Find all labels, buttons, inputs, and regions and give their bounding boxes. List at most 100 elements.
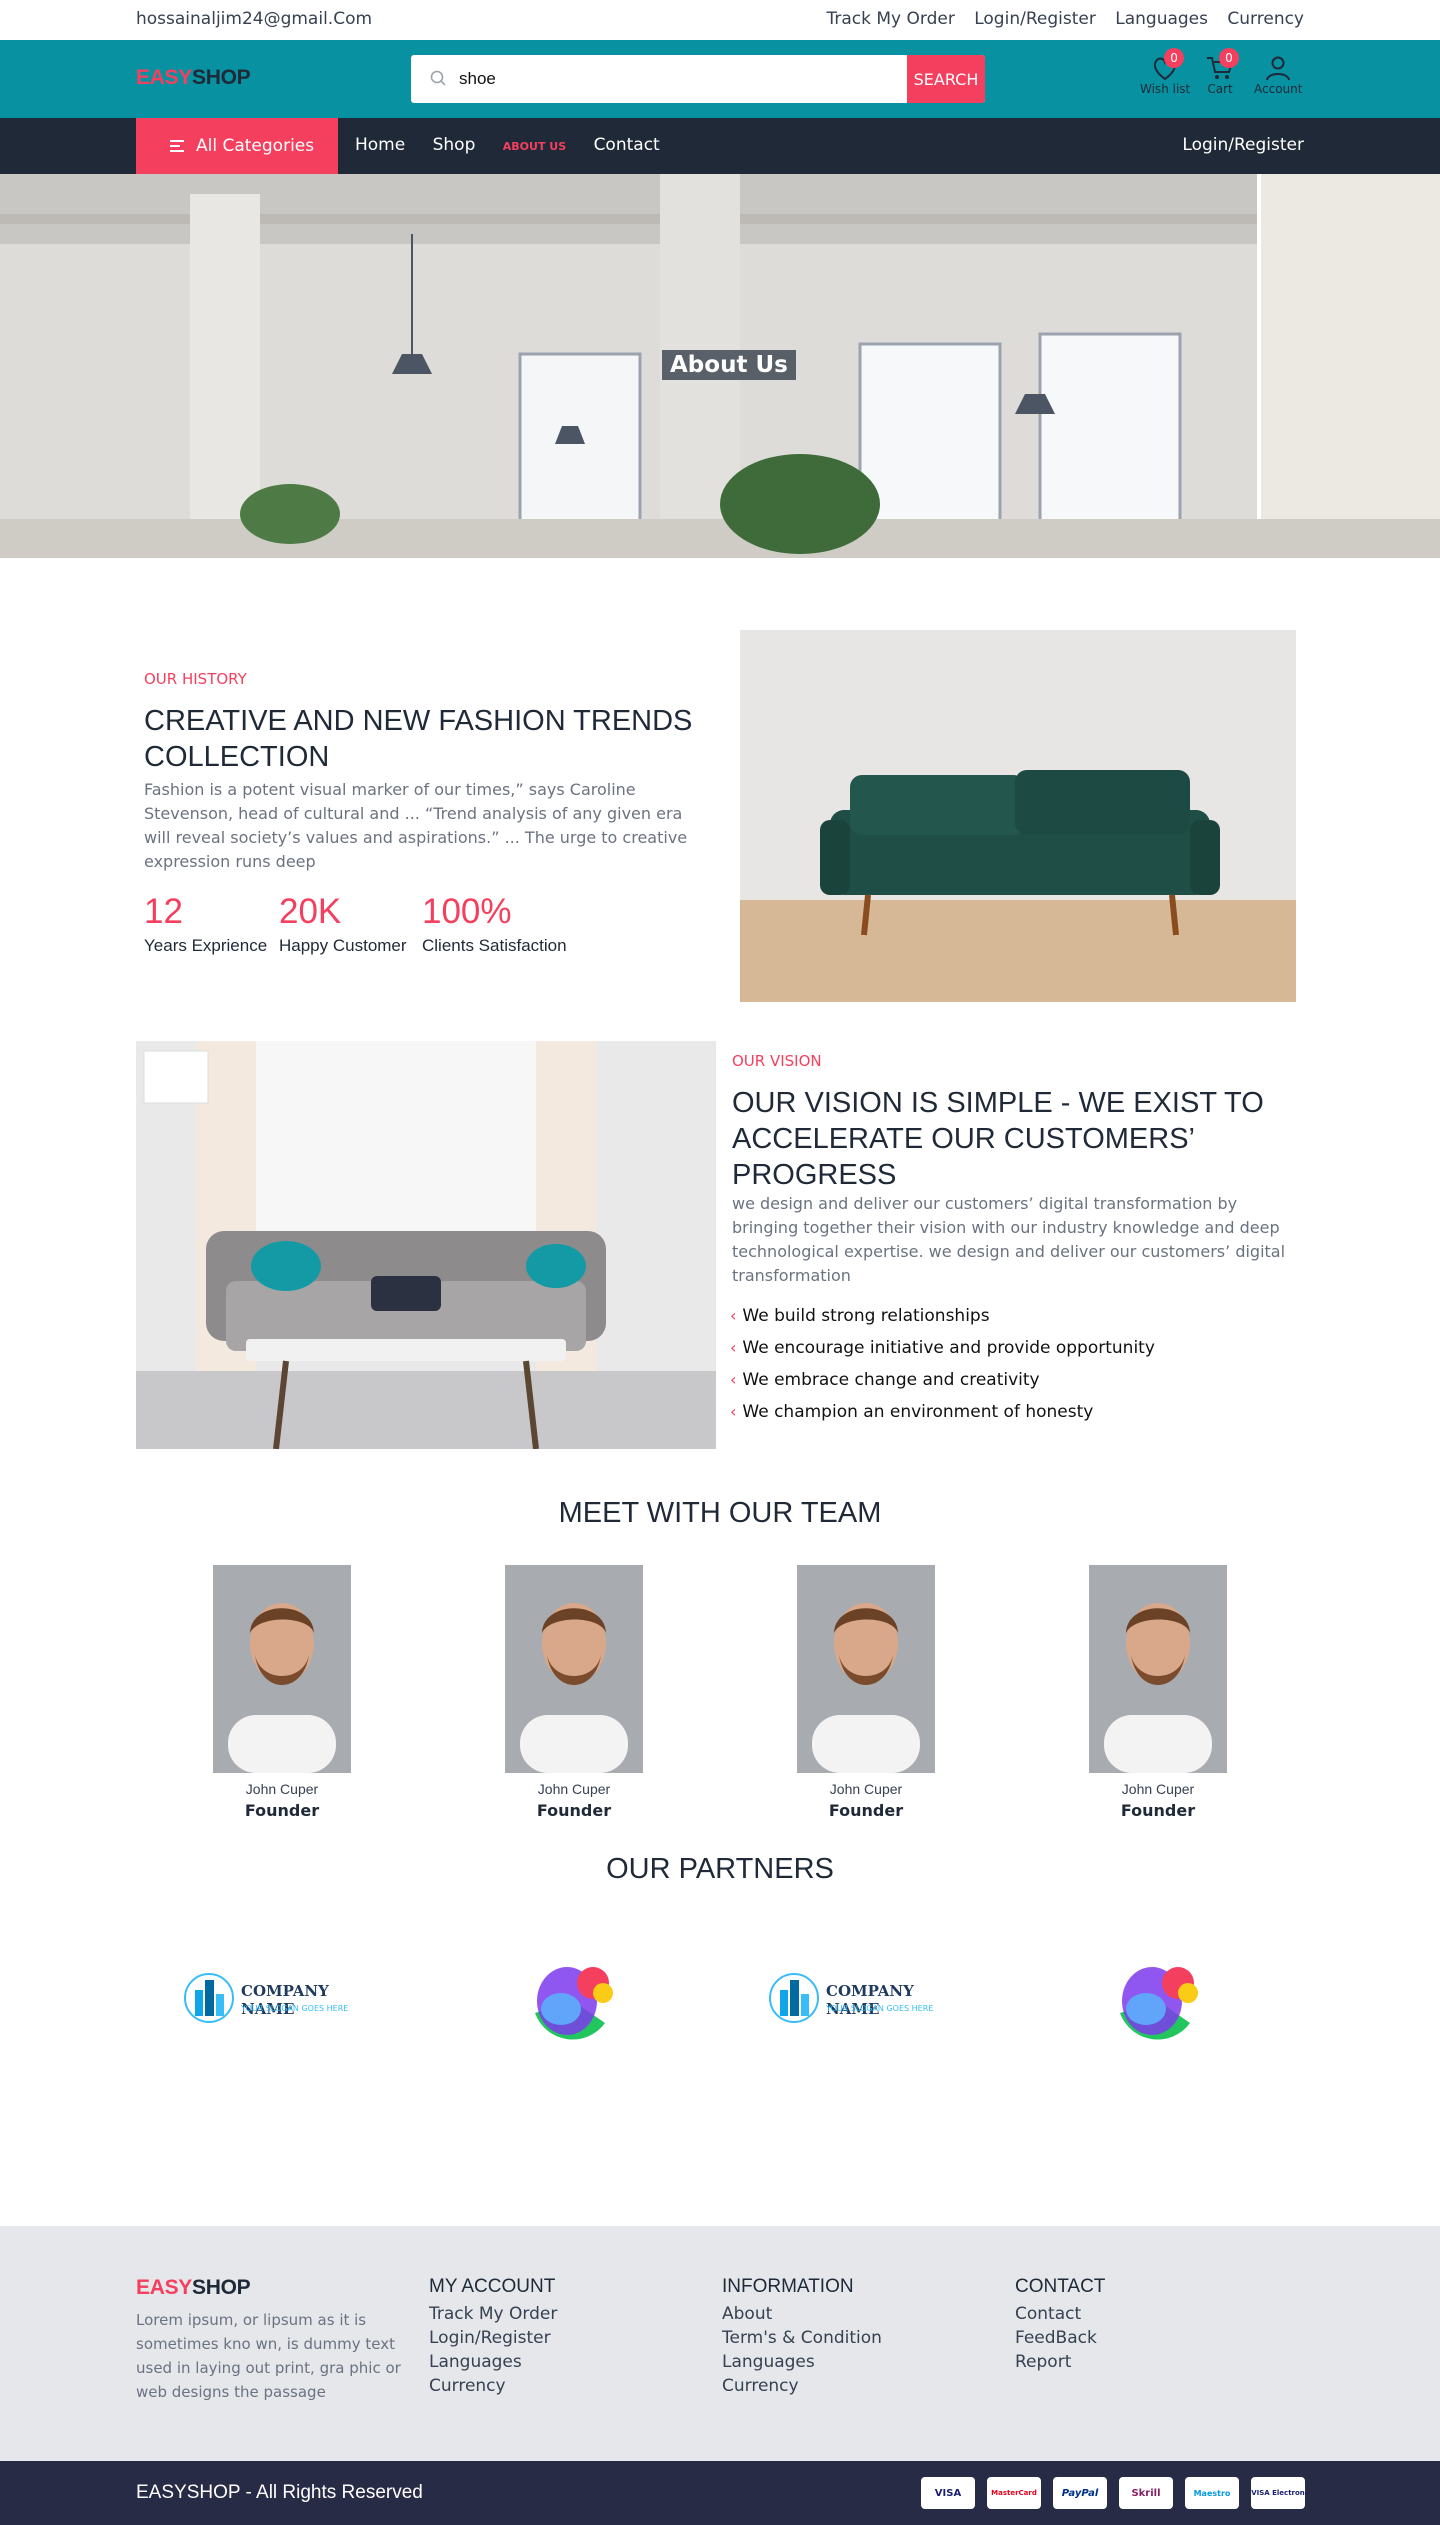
search-bar: SEARCH [411, 55, 985, 103]
account-label: Account [1254, 82, 1303, 96]
stat-customers: 20K Happy Customer [279, 892, 407, 955]
footer-link[interactable]: About [722, 2302, 882, 2326]
team-member-card: John Cuper Founder [213, 1565, 351, 1820]
nav-bar: All Categories Home Shop ABOUT US Contac… [0, 118, 1440, 174]
login-register-link[interactable]: Login/Register [974, 9, 1096, 29]
footer-about-text: Lorem ipsum, or lipsum as it is sometime… [136, 2311, 401, 2401]
member-photo [1089, 1565, 1227, 1773]
member-photo [213, 1565, 351, 1773]
history-label: OUR HISTORY [144, 670, 247, 688]
building-icon [184, 1973, 234, 2023]
team-member-card: John Cuper Founder [1089, 1565, 1227, 1820]
contact-email: hossainaljim24@gmail.Com [136, 9, 373, 29]
partner-logo-circles[interactable] [525, 1953, 621, 2049]
member-photo [797, 1565, 935, 1773]
green-sofa-image [740, 630, 1296, 1002]
footer-link[interactable]: Currency [722, 2374, 882, 2398]
partners-title: OUR PARTNERS [606, 1853, 834, 1885]
vision-text: we design and deliver our customers’ dig… [732, 1194, 1286, 1285]
nav-shop[interactable]: Shop [433, 135, 476, 155]
menu-icon [170, 140, 184, 152]
bottom-bar: EASYSHOP - All Rights Reserved VISA Mast… [0, 2461, 1440, 2525]
vision-title: OUR VISION IS SIMPLE - WE EXIST TO ACCEL… [732, 1087, 1264, 1191]
user-icon [1266, 56, 1291, 81]
footer-heading: MY ACCOUNT [429, 2276, 556, 2297]
footer-heading: CONTACT [1015, 2276, 1106, 2297]
living-room-image [136, 1041, 716, 1449]
cart-button[interactable]: 0 Cart [1205, 48, 1239, 96]
copyright-text: EASYSHOP - All Rights Reserved [136, 2482, 423, 2503]
list-item: We champion an environment of honesty [730, 1398, 1155, 1430]
footer-link[interactable]: Login/Register [429, 2326, 557, 2350]
hero-title: About Us [662, 350, 796, 380]
footer-link[interactable]: Term's & Condition [722, 2326, 882, 2350]
nav-about-us[interactable]: ABOUT US [503, 140, 566, 153]
partner-slogan: YOUR SLOGAN GOES HERE [826, 2004, 934, 2013]
search-input[interactable] [459, 55, 889, 103]
partner-slogan: YOUR SLOGAN GOES HERE [241, 2004, 349, 2013]
visa-electron-icon: VISA Electron [1251, 2477, 1305, 2509]
footer-about: EASYSHOP Lorem ipsum, or lipsum as it is… [136, 2276, 416, 2404]
search-button[interactable]: SEARCH [907, 55, 985, 103]
footer-information: INFORMATION About Term's & Condition Lan… [722, 2276, 882, 2398]
currency-link[interactable]: Currency [1227, 9, 1304, 29]
top-links: Track My Order Login/Register Languages … [812, 9, 1304, 29]
member-name: John Cuper [537, 1781, 611, 1797]
member-role: Founder [244, 1801, 320, 1820]
list-item: We encourage initiative and provide oppo… [730, 1334, 1155, 1366]
team-title: MEET WITH OUR TEAM [558, 1497, 882, 1529]
team-member-card: John Cuper Founder [505, 1565, 643, 1820]
footer-link[interactable]: Languages [429, 2350, 557, 2374]
footer-link[interactable]: Report [1015, 2350, 1105, 2374]
hero-banner: About Us [0, 174, 1440, 558]
main-nav: Home Shop ABOUT US Contact [355, 135, 682, 155]
visa-card-icon: VISA [921, 2477, 975, 2509]
stat-satisfaction: 100% Clients Satisfaction [422, 892, 567, 955]
nav-contact[interactable]: Contact [594, 135, 660, 155]
footer-logo[interactable]: EASYSHOP [136, 2276, 416, 2300]
skrill-icon: Skrill [1119, 2477, 1173, 2509]
member-role: Founder [536, 1801, 612, 1820]
footer-heading: INFORMATION [722, 2276, 854, 2297]
footer-link[interactable]: Currency [429, 2374, 557, 2398]
track-order-link[interactable]: Track My Order [826, 9, 954, 29]
team-member-card: John Cuper Founder [797, 1565, 935, 1820]
member-role: Founder [1120, 1801, 1196, 1820]
languages-link[interactable]: Languages [1115, 9, 1208, 29]
main-header: EASYSHOP SEARCH 0 Wish list 0 Cart Accou… [0, 40, 1440, 118]
stat-years: 12 Years Exprience [144, 892, 268, 955]
member-name: John Cuper [1121, 1781, 1195, 1797]
paypal-icon: PayPal [1053, 2477, 1107, 2509]
all-categories-button[interactable]: All Categories [136, 118, 338, 174]
footer-link[interactable]: FeedBack [1015, 2326, 1105, 2350]
site-footer: EASYSHOP Lorem ipsum, or lipsum as it is… [0, 2226, 1440, 2461]
footer-link[interactable]: Contact [1015, 2302, 1105, 2326]
partner-logo-company[interactable]: COMPANY NAME YOUR SLOGAN GOES HERE [768, 1970, 968, 2028]
account-button[interactable]: Account [1254, 54, 1302, 96]
member-name: John Cuper [245, 1781, 319, 1797]
search-icon [430, 70, 446, 86]
footer-my-account: MY ACCOUNT Track My Order Login/Register… [429, 2276, 557, 2398]
cart-label: Cart [1207, 82, 1233, 96]
vision-points: We build strong relationships We encoura… [730, 1302, 1155, 1430]
footer-link[interactable]: Track My Order [429, 2302, 557, 2326]
vision-label: OUR VISION [732, 1052, 822, 1070]
footer-link[interactable]: Languages [722, 2350, 882, 2374]
list-item: We embrace change and creativity [730, 1366, 1155, 1398]
list-item: We build strong relationships [730, 1302, 1155, 1334]
history-text: Fashion is a potent visual marker of our… [144, 780, 688, 871]
top-bar: hossainaljim24@gmail.Com Track My Order … [0, 0, 1440, 40]
partner-logo-circles[interactable] [1110, 1953, 1206, 2049]
wishlist-count-badge: 0 [1164, 48, 1185, 68]
nav-login-register[interactable]: Login/Register [1182, 135, 1304, 155]
footer-contact: CONTACT Contact FeedBack Report [1015, 2276, 1105, 2374]
mastercard-icon: MasterCard [987, 2477, 1041, 2509]
site-logo[interactable]: EASYSHOP [136, 66, 251, 90]
history-title: CREATIVE AND NEW FASHION TRENDS COLLECTI… [144, 705, 693, 773]
wishlist-button[interactable]: 0 Wish list [1140, 48, 1191, 96]
building-icon [769, 1973, 819, 2023]
cart-count-badge: 0 [1219, 48, 1239, 68]
wishlist-label: Wish list [1140, 82, 1191, 96]
nav-home[interactable]: Home [355, 135, 405, 155]
partner-logo-company[interactable]: COMPANY NAME YOUR SLOGAN GOES HERE [183, 1970, 383, 2028]
